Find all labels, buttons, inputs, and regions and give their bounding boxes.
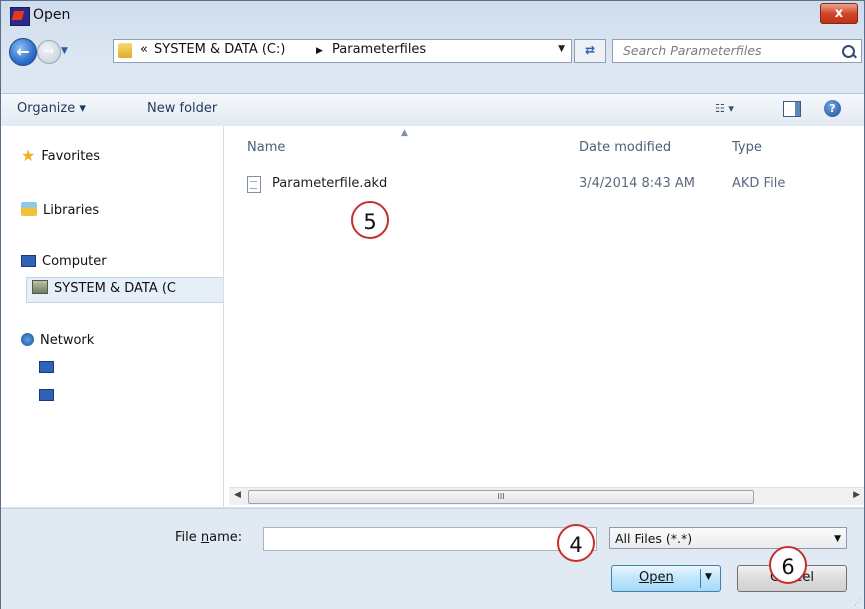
scrollbar-thumb[interactable]: III (248, 490, 754, 504)
file-name-label: File name: (175, 530, 243, 545)
organize-button[interactable]: Organize ▾ (17, 101, 86, 116)
libraries-icon (21, 202, 37, 216)
file-name-input[interactable] (263, 527, 597, 551)
network-icon (21, 333, 34, 346)
breadcrumb-separator-icon[interactable]: ▶ (316, 46, 323, 56)
sidebar-item-network-computer[interactable] (39, 388, 60, 403)
address-bar[interactable]: « SYSTEM & DATA (C:) ▶ Parameterfiles ▼ (113, 39, 572, 63)
callout-4: 4 (557, 524, 595, 562)
dialog-footer: File name: All Files (*.*) ▼ Open ▼ Canc… (1, 508, 864, 609)
sidebar-item-label: SYSTEM & DATA (C (54, 281, 176, 296)
command-bar: Organize ▾ New folder ☷ ▾ ? (1, 93, 864, 127)
navigation-bar: ← → ▼ « SYSTEM & DATA (C:) ▶ Parameterfi… (1, 35, 864, 69)
file-name[interactable]: Parameterfile.akd (272, 176, 387, 191)
open-options-dropdown-icon[interactable]: ▼ (705, 572, 712, 582)
callout-5: 5 (351, 201, 389, 239)
search-input[interactable]: Search Parameterfiles (612, 39, 862, 63)
sidebar-item-network[interactable]: Network (21, 333, 94, 348)
sidebar-item-computer[interactable]: Computer (21, 254, 107, 269)
recent-pages-dropdown-icon[interactable]: ▼ (61, 46, 71, 56)
folder-icon (118, 43, 132, 58)
sidebar-item-label: Libraries (43, 203, 100, 218)
network-computer-icon (39, 389, 54, 401)
split-divider (700, 569, 701, 588)
sidebar-item-libraries[interactable]: Libraries (21, 202, 99, 218)
new-folder-button[interactable]: New folder (147, 101, 217, 116)
open-button[interactable]: Open ▼ (611, 565, 721, 592)
refresh-button[interactable]: ⇄ (574, 39, 606, 63)
file-type-value: All Files (*.*) (615, 531, 693, 546)
sort-ascending-icon: ▲ (401, 128, 408, 138)
star-icon: ★ (21, 146, 36, 165)
breadcrumb-folder[interactable]: Parameterfiles (332, 42, 426, 57)
forward-button[interactable]: → (37, 40, 61, 64)
sidebar-item-label: Favorites (41, 149, 101, 164)
file-date: 3/4/2014 8:43 AM (579, 176, 695, 191)
address-dropdown-icon[interactable]: ▼ (558, 44, 565, 54)
preview-pane-icon[interactable] (783, 101, 801, 117)
navigation-pane: ★ Favorites Libraries Computer SYSTEM & D… (1, 126, 224, 507)
sidebar-item-label: Network (40, 333, 95, 348)
file-list: ▲ Name Date modified Type Parameterfile.… (224, 126, 864, 507)
column-header-date-modified[interactable]: Date modified (579, 140, 671, 155)
scroll-right-icon[interactable]: ▶ (853, 490, 860, 500)
sidebar-item-favorites[interactable]: ★ Favorites (21, 146, 100, 165)
sidebar-item-label: Computer (42, 254, 107, 269)
close-button[interactable]: x (820, 3, 858, 24)
chevron-down-icon: ▼ (834, 534, 841, 544)
breadcrumb-drive[interactable]: SYSTEM & DATA (C:) (154, 42, 285, 57)
open-dialog: Open x ← → ▼ « SYSTEM & DATA (C:) ▶ Para… (0, 0, 865, 609)
sidebar-item-network-computer[interactable] (39, 360, 60, 375)
breadcrumb-overflow[interactable]: « (140, 42, 148, 57)
app-icon (10, 7, 30, 26)
file-icon (247, 176, 261, 193)
column-header-type[interactable]: Type (732, 140, 762, 155)
column-header-name[interactable]: Name (247, 140, 285, 155)
network-computer-icon (39, 361, 54, 373)
sidebar-item-drive[interactable]: SYSTEM & DATA (C (32, 280, 176, 296)
callout-6: 6 (769, 546, 807, 584)
computer-icon (21, 255, 36, 267)
views-button[interactable]: ☷ ▾ (715, 102, 734, 115)
open-button-label: Open (639, 570, 674, 585)
resize-grip-icon[interactable]: ⋰ (854, 598, 862, 607)
list-item[interactable]: Parameterfile.akd 3/4/2014 8:43 AM AKD F… (247, 174, 847, 194)
back-button[interactable]: ← (9, 38, 37, 66)
file-type: AKD File (732, 176, 786, 191)
search-icon[interactable] (842, 45, 855, 58)
file-type-select[interactable]: All Files (*.*) ▼ (609, 527, 847, 549)
scroll-left-icon[interactable]: ◀ (234, 490, 241, 500)
drive-icon (32, 280, 48, 294)
horizontal-scrollbar[interactable]: ◀ III ▶ (229, 487, 864, 505)
window-title: Open (33, 7, 71, 23)
title-bar: Open x (1, 1, 864, 31)
search-placeholder: Search Parameterfiles (623, 43, 762, 58)
help-icon[interactable]: ? (824, 100, 841, 117)
